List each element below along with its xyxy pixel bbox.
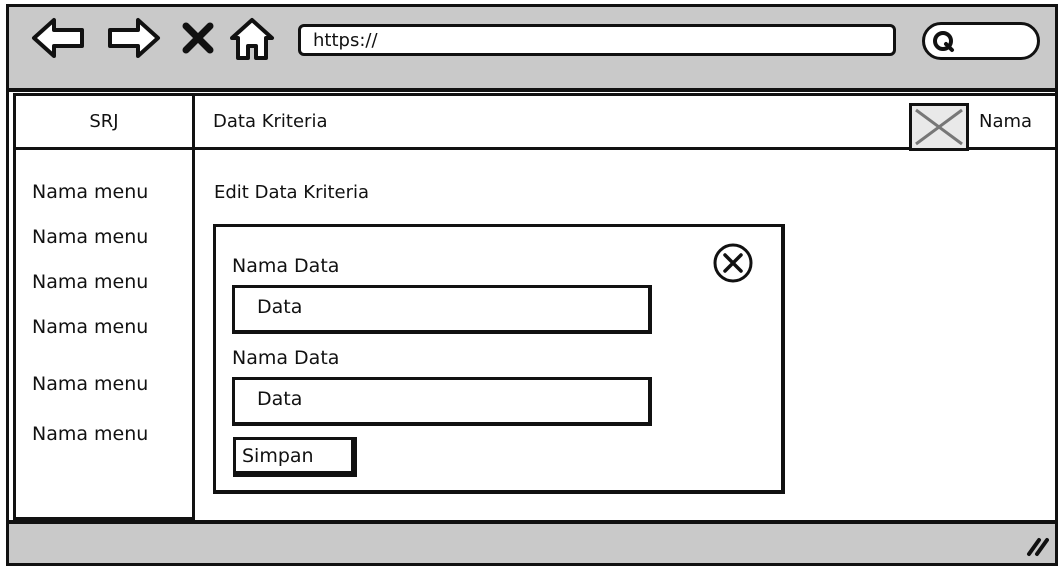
brand-name: SRJ (89, 111, 119, 132)
close-dialog-button[interactable] (710, 240, 756, 286)
field-label: Nama Data (232, 347, 340, 369)
search-input[interactable] (922, 22, 1040, 60)
sidebar-item[interactable]: Nama menu (32, 373, 148, 395)
field-value: Data (257, 388, 303, 410)
edit-dialog: Nama Data Data Nama Data Data Simpan (213, 224, 785, 494)
home-icon[interactable] (228, 16, 276, 62)
sidebar: Nama menu Nama menu Nama menu Nama menu … (13, 93, 195, 520)
nama-data-field-2[interactable]: Data (232, 377, 652, 426)
status-bar (6, 520, 1058, 566)
user-name[interactable]: Nama (979, 111, 1032, 132)
header-title: Data Kriteria (213, 111, 328, 132)
field-value: Data (257, 296, 303, 318)
page-title: Edit Data Kriteria (214, 182, 370, 203)
nama-data-field-1[interactable]: Data (232, 285, 652, 334)
url-bar[interactable]: https:// (298, 24, 896, 56)
sidebar-item[interactable]: Nama menu (32, 271, 148, 293)
forward-icon[interactable] (106, 15, 162, 61)
simpan-button[interactable]: Simpan (233, 437, 357, 477)
back-icon[interactable] (30, 15, 86, 61)
close-icon[interactable] (180, 20, 216, 56)
app-header: Data Kriteria Nama (195, 93, 1058, 151)
sidebar-item[interactable]: Nama menu (32, 316, 148, 338)
field-label: Nama Data (232, 255, 340, 277)
search-icon (933, 31, 954, 52)
sidebar-item[interactable]: Nama menu (32, 181, 148, 203)
sidebar-item[interactable]: Nama menu (32, 226, 148, 248)
sidebar-item[interactable]: Nama menu (32, 423, 148, 445)
resize-handle-icon[interactable] (1019, 534, 1049, 558)
brand-logo[interactable]: SRJ (13, 93, 195, 150)
avatar[interactable] (909, 103, 969, 151)
url-text: https:// (313, 30, 378, 51)
